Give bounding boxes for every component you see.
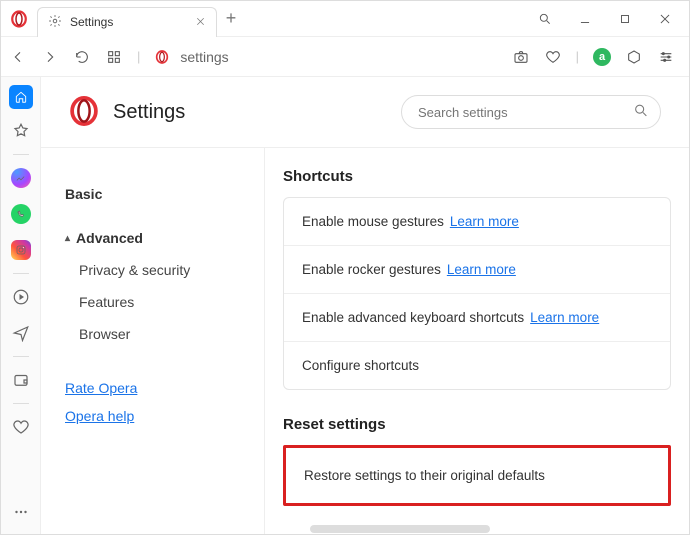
window-controls: [527, 5, 689, 33]
sidebar-separator: [13, 273, 29, 274]
nav-advanced-label: Advanced: [76, 230, 143, 246]
sidebar-wallet-icon[interactable]: [7, 366, 35, 394]
row-keyboard-shortcuts[interactable]: Enable advanced keyboard shortcuts Learn…: [284, 294, 670, 342]
shortcuts-card: Enable mouse gestures Learn more Enable …: [283, 197, 671, 390]
nav-advanced[interactable]: Advanced: [65, 222, 246, 254]
address-bar: | settings | a: [1, 37, 689, 77]
learn-more-link[interactable]: Learn more: [447, 262, 516, 277]
row-configure-shortcuts[interactable]: Configure shortcuts: [284, 342, 670, 389]
reload-button[interactable]: [73, 48, 91, 66]
sidebar-separator: [13, 403, 29, 404]
sidebar-separator: [13, 356, 29, 357]
nav-browser[interactable]: Browser: [65, 318, 246, 350]
sidebar-send-icon[interactable]: [7, 319, 35, 347]
tab-close-button[interactable]: [195, 14, 206, 30]
sidebar-heart-icon[interactable]: [7, 413, 35, 441]
snapshot-button[interactable]: [512, 48, 530, 66]
nav-rate-opera[interactable]: Rate Opera: [65, 374, 246, 402]
restore-defaults-row[interactable]: Restore settings to their original defau…: [283, 445, 671, 506]
page-title: Settings: [113, 101, 185, 124]
sidebar-separator: [13, 154, 29, 155]
settings-nav: Basic Advanced Privacy & security Featur…: [41, 148, 265, 534]
search-button[interactable]: [527, 5, 563, 33]
row-mouse-gestures[interactable]: Enable mouse gestures Learn more: [284, 198, 670, 246]
adblocker-badge[interactable]: a: [593, 48, 611, 66]
sidebar-whatsapp-icon[interactable]: [7, 200, 35, 228]
sidebar-rail: [1, 77, 41, 534]
section-shortcuts-title: Shortcuts: [283, 168, 671, 185]
section-reset-title: Reset settings: [283, 416, 671, 433]
row-mouse-gestures-label: Enable mouse gestures: [302, 214, 444, 229]
row-configure-shortcuts-label: Configure shortcuts: [302, 358, 419, 373]
extensions-button[interactable]: [625, 48, 643, 66]
gear-icon: [48, 14, 62, 31]
search-icon: [633, 103, 649, 122]
learn-more-link[interactable]: Learn more: [530, 310, 599, 325]
nav-opera-help[interactable]: Opera help: [65, 402, 246, 430]
sidebar-home-icon[interactable]: [9, 85, 33, 109]
settings-main: Shortcuts Enable mouse gestures Learn mo…: [265, 148, 689, 534]
heart-button[interactable]: [544, 48, 562, 66]
easy-setup-button[interactable]: [657, 48, 675, 66]
learn-more-link[interactable]: Learn more: [450, 214, 519, 229]
speed-dial-button[interactable]: [105, 48, 123, 66]
back-button[interactable]: [9, 48, 27, 66]
browser-tab[interactable]: Settings: [37, 7, 217, 37]
new-tab-button[interactable]: +: [217, 8, 245, 29]
maximize-button[interactable]: [607, 5, 643, 33]
row-rocker-gestures[interactable]: Enable rocker gestures Learn more: [284, 246, 670, 294]
close-window-button[interactable]: [647, 5, 683, 33]
nav-privacy-security[interactable]: Privacy & security: [65, 254, 246, 286]
opera-logo-icon: [1, 10, 37, 28]
sidebar-bookmarks-icon[interactable]: [7, 117, 35, 145]
forward-button[interactable]: [41, 48, 59, 66]
sidebar-player-icon[interactable]: [7, 283, 35, 311]
opera-logo-icon: [69, 96, 99, 129]
page-header: Settings: [41, 77, 689, 148]
opera-url-icon: [154, 49, 170, 65]
minimize-button[interactable]: [567, 5, 603, 33]
horizontal-scrollbar[interactable]: [310, 525, 490, 533]
nav-basic[interactable]: Basic: [65, 178, 246, 210]
tab-title: Settings: [70, 15, 187, 29]
search-settings-input[interactable]: [401, 95, 661, 129]
restore-defaults-label: Restore settings to their original defau…: [304, 468, 545, 483]
sidebar-messenger-icon[interactable]: [7, 164, 35, 192]
row-rocker-gestures-label: Enable rocker gestures: [302, 262, 441, 277]
nav-features[interactable]: Features: [65, 286, 246, 318]
row-keyboard-shortcuts-label: Enable advanced keyboard shortcuts: [302, 310, 524, 325]
address-text[interactable]: settings: [180, 49, 228, 65]
sidebar-more-icon[interactable]: [7, 498, 35, 526]
sidebar-instagram-icon[interactable]: [7, 236, 35, 264]
titlebar: Settings +: [1, 1, 689, 37]
